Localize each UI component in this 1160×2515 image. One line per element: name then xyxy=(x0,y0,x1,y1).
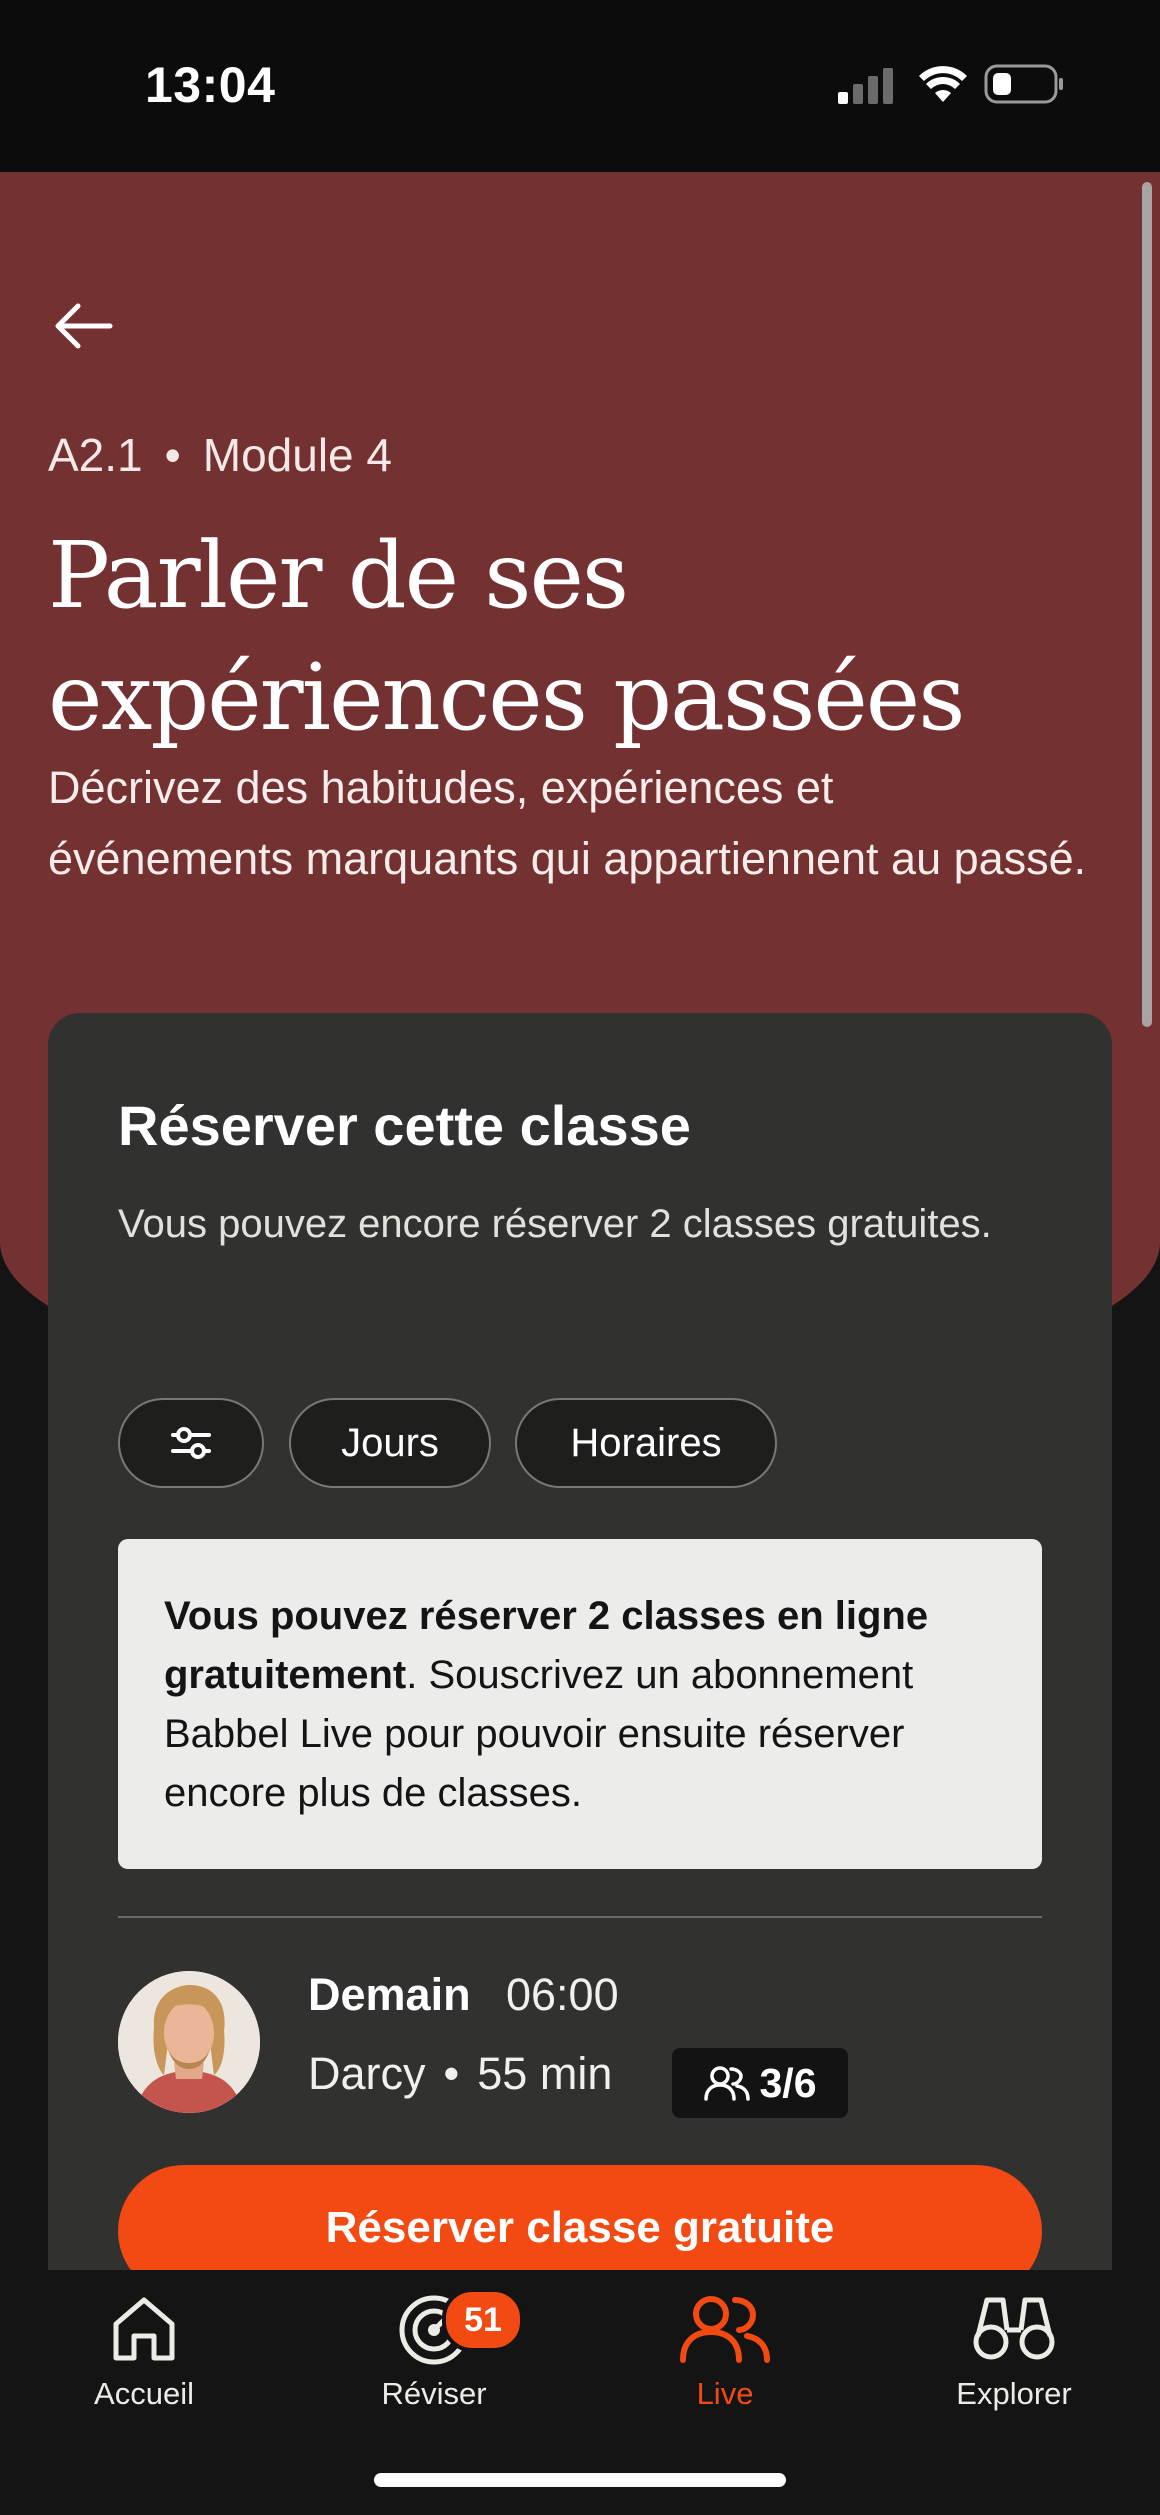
booking-card: Réserver cette classe Vous pouvez encore… xyxy=(48,1013,1112,2343)
teacher-name: Darcy xyxy=(308,2048,426,2099)
nav-item-accueil[interactable]: Accueil xyxy=(34,2290,254,2412)
module-label: Module 4 xyxy=(202,429,392,481)
page-title: Parler de ses expériences passées xyxy=(48,515,1048,759)
people-icon xyxy=(680,2296,770,2363)
capacity-count: 3/6 xyxy=(759,2059,817,2106)
nav-item-explorer[interactable]: Explorer xyxy=(904,2290,1124,2412)
nav-label-accueil: Accueil xyxy=(94,2376,194,2411)
teacher-photo xyxy=(118,1971,260,2113)
session-time: 06:00 xyxy=(506,1969,619,2020)
nav-label-explorer: Explorer xyxy=(956,2376,1072,2411)
binoculars-icon xyxy=(973,2297,1055,2360)
free-classes-info: Vous pouvez réserver 2 classes en ligne … xyxy=(118,1539,1042,1869)
days-filter-chip[interactable]: Jours xyxy=(289,1398,491,1488)
nav-item-live[interactable]: Live xyxy=(615,2290,835,2412)
cellular-signal-icon xyxy=(838,68,893,104)
status-time: 13:04 xyxy=(145,57,276,113)
divider xyxy=(118,1916,1042,1918)
session-day: Demain xyxy=(308,1969,471,2020)
status-bar: 13:04 xyxy=(0,0,1160,172)
capacity-badge: 3/6 xyxy=(672,2048,848,2118)
meta-separator: • xyxy=(443,2048,460,2099)
page-subtitle: Décrivez des habitudes, expériences et é… xyxy=(48,762,1087,884)
level-label: A2.1 xyxy=(48,429,143,481)
review-count-badge: 51 xyxy=(442,2288,524,2352)
booking-description: Vous pouvez encore réserver 2 classes gr… xyxy=(118,1202,992,1246)
people-icon xyxy=(703,2066,750,2101)
nav-label-live: Live xyxy=(696,2376,754,2411)
filter-button[interactable] xyxy=(118,1398,264,1488)
wifi-icon xyxy=(919,66,967,102)
home-indicator[interactable] xyxy=(374,2473,786,2487)
sliders-icon xyxy=(171,1427,211,1459)
scrollbar[interactable] xyxy=(1142,182,1152,1027)
teacher-avatar xyxy=(118,1971,260,2113)
battery-icon xyxy=(984,64,1063,104)
breadcrumb-separator: • xyxy=(164,429,181,481)
session-details: Darcy • 55 min xyxy=(308,2048,612,2100)
title-line-2: expériences passées xyxy=(48,644,965,751)
breadcrumb: A2.1 • Module 4 xyxy=(48,428,392,482)
nav-item-reviser[interactable]: 51 Réviser xyxy=(324,2288,544,2412)
booking-title: Réserver cette classe xyxy=(118,1094,691,1157)
home-icon xyxy=(113,2297,175,2361)
back-button[interactable] xyxy=(48,290,120,362)
arrow-left-icon xyxy=(55,303,113,349)
hours-filter-chip[interactable]: Horaires xyxy=(515,1398,777,1488)
nav-label-reviser: Réviser xyxy=(381,2376,487,2411)
title-line-1: Parler de ses xyxy=(48,522,629,629)
session-duration: 55 min xyxy=(477,2048,613,2099)
